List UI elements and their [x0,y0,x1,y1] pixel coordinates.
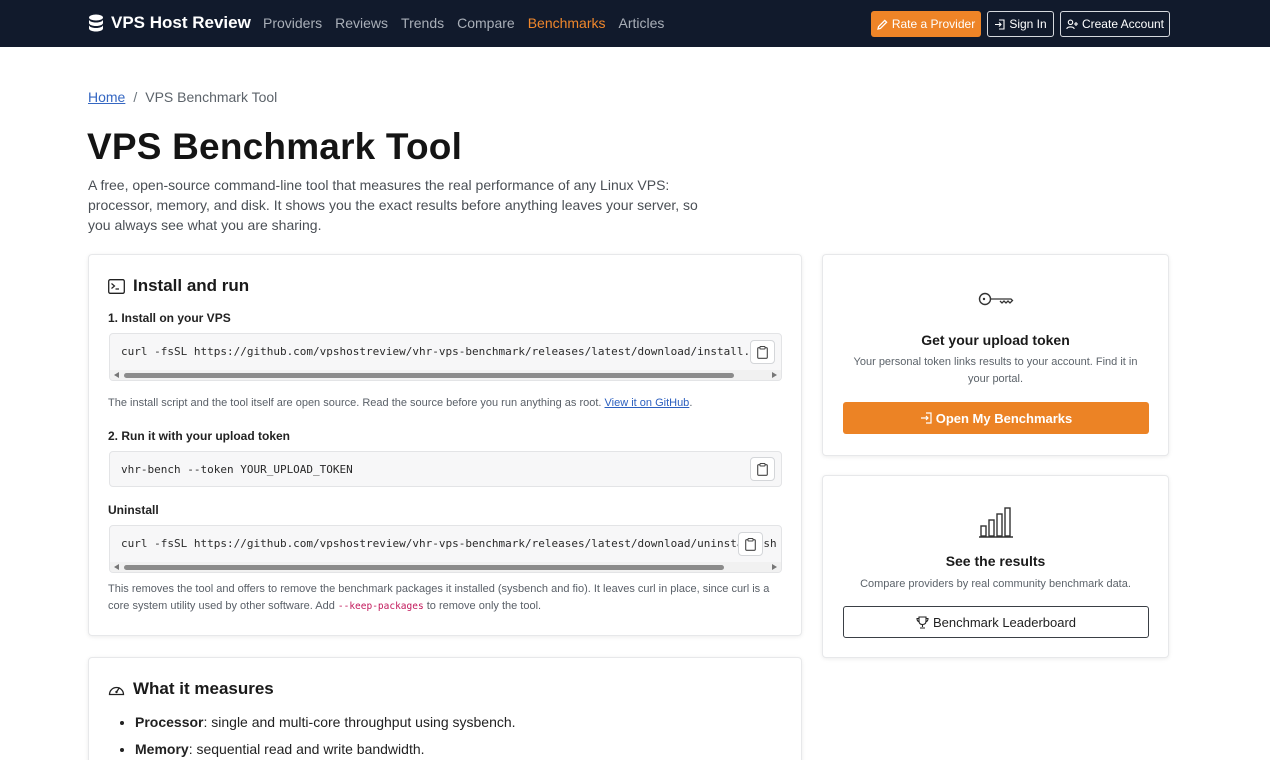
install-title: Install and run [108,276,249,296]
sign-in-button[interactable]: Sign In [987,11,1054,37]
measures-card: What it measures Processor: single and m… [88,657,802,760]
breadcrumb-current: VPS Benchmark Tool [145,89,278,105]
rate-provider-label: Rate a Provider [891,17,976,31]
scroll-right-arrow[interactable] [772,372,777,378]
results-desc: Compare providers by real community benc… [860,578,1131,590]
nav-benchmarks[interactable]: Benchmarks [528,15,606,31]
leaderboard-label: Benchmark Leaderboard [932,614,1077,630]
step2-label: 2. Run it with your upload token [108,429,290,443]
pencil-icon [876,18,888,30]
list-item: Memory: sequential read and write bandwi… [135,739,516,759]
page-title: VPS Benchmark Tool [87,126,463,167]
install-note: The install script and the tool itself a… [108,395,778,412]
measures-title-text: What it measures [133,679,274,698]
measure-desc: : single and multi-core throughput using… [203,714,516,730]
breadcrumb-home-link[interactable]: Home [88,89,125,105]
sign-in-label: Sign In [1009,17,1047,31]
scroll-left-arrow[interactable] [114,564,119,570]
measures-title: What it measures [108,679,274,699]
uninstall-note: This removes the tool and offers to remo… [108,581,778,615]
copy-run-button[interactable] [750,457,775,481]
measure-term: Memory [135,741,189,757]
leaderboard-button[interactable]: Benchmark Leaderboard [843,606,1149,638]
breadcrumb-separator: / [133,89,138,105]
database-icon [89,14,103,32]
brand-logo[interactable]: VPS Host Review [88,13,251,33]
upload-token-desc: Your personal token links results to you… [853,356,1138,385]
github-link[interactable]: View it on GitHub [605,397,690,409]
open-benchmarks-label: Open My Benchmarks [935,410,1073,426]
run-code-box[interactable]: vhr-bench --token YOUR_UPLOAD_TOKEN [109,451,782,487]
create-account-button[interactable]: Create Account [1060,11,1170,37]
install-code-box[interactable]: curl -fsSL https://github.com/vpshostrev… [109,333,782,381]
create-account-label: Create Account [1081,17,1165,31]
uninstall-note-end: to remove only the tool. [426,600,542,612]
results-title: See the results [945,553,1046,569]
brand-name: VPS Host Review [111,13,251,32]
scroll-right-arrow[interactable] [772,564,777,570]
uninstall-code-box[interactable]: curl -fsSL https://github.com/vpshostrev… [109,525,782,573]
scroll-left-arrow[interactable] [114,372,119,378]
copy-install-button[interactable] [750,340,775,364]
step1-label: 1. Install on your VPS [108,311,231,325]
results-card: See the results Compare providers by rea… [822,475,1169,658]
clipboard-icon [745,537,756,551]
upload-token-card: Get your upload token Your personal toke… [822,254,1169,456]
clipboard-icon [757,345,768,359]
uninstall-scrollbar[interactable] [110,562,781,572]
page-lead: A free, open-source command-line tool th… [88,177,698,233]
install-title-text: Install and run [133,276,250,295]
uninstall-label: Uninstall [108,503,159,517]
nav-reviews[interactable]: Reviews [335,15,388,31]
key-icon-wrap [823,289,1168,309]
install-card: Install and run 1. Install on your VPS c… [88,254,802,636]
rate-provider-button[interactable]: Rate a Provider [871,11,981,37]
speedometer-icon [108,686,125,695]
key-icon [978,292,1013,306]
trophy-icon [916,615,929,629]
install-note-period: . [689,397,693,409]
list-item: Processor: single and multi-core through… [135,712,516,732]
keep-packages-flag: --keep-packages [337,601,424,612]
measure-desc: : sequential read and write bandwidth. [188,741,425,757]
main-nav: Providers Reviews Trends Compare Benchma… [263,15,677,31]
nav-trends[interactable]: Trends [401,15,444,31]
terminal-icon [108,278,125,294]
clipboard-icon [757,462,768,476]
upload-token-title: Get your upload token [921,332,1070,348]
run-command[interactable]: vhr-bench --token YOUR_UPLOAD_TOKEN [121,463,353,476]
sign-in-icon [995,18,1005,30]
scroll-thumb[interactable] [124,565,724,570]
bar-chart-icon [978,507,1013,538]
install-scrollbar[interactable] [110,370,781,380]
sign-in-icon [920,412,932,424]
copy-uninstall-button[interactable] [738,532,763,556]
install-note-text: The install script and the tool itself a… [108,397,602,409]
navbar: VPS Host Review Providers Reviews Trends… [0,0,1270,47]
nav-articles[interactable]: Articles [619,15,665,31]
person-plus-icon [1066,19,1078,29]
bar-chart-icon-wrap [823,506,1168,538]
measure-term: Processor [135,714,204,730]
uninstall-command[interactable]: curl -fsSL https://github.com/vpshostrev… [121,537,781,550]
nav-providers[interactable]: Providers [263,15,322,31]
install-command[interactable]: curl -fsSL https://github.com/vpshostrev… [121,345,781,358]
scroll-thumb[interactable] [124,373,734,378]
measures-list: Processor: single and multi-core through… [135,712,516,760]
open-benchmarks-button[interactable]: Open My Benchmarks [843,402,1149,434]
breadcrumb: Home / VPS Benchmark Tool [88,89,277,105]
nav-compare[interactable]: Compare [457,15,515,31]
